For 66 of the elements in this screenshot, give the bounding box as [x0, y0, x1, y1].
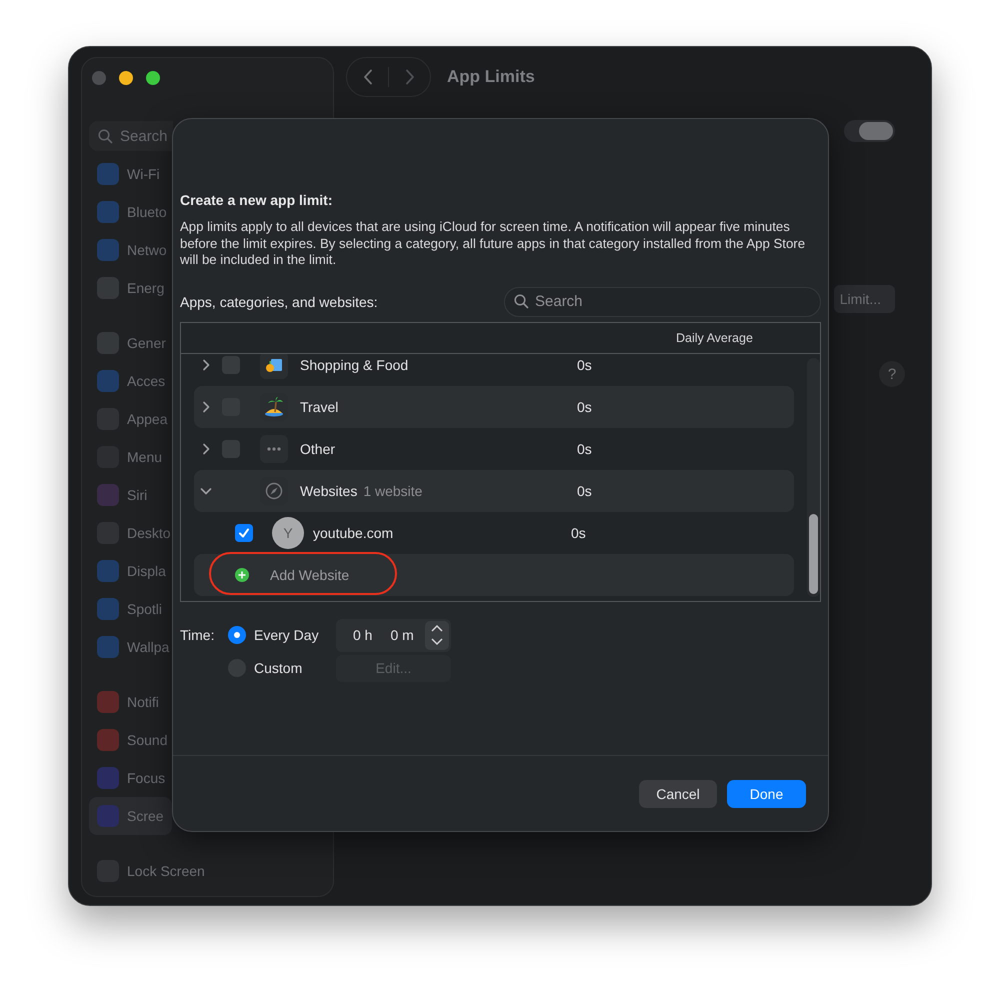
sidebar-item[interactable]: Netwo [89, 231, 175, 269]
checkmark-icon [238, 526, 250, 538]
shopping-icon [260, 354, 288, 378]
scrollbar[interactable] [807, 358, 820, 596]
time-value: 0s [577, 482, 592, 498]
sidebar-item[interactable]: Lock Screen [89, 852, 213, 890]
toggle-switch[interactable] [844, 120, 895, 142]
radio-label: Custom [254, 660, 302, 676]
sidebar-item[interactable]: Appea [89, 400, 176, 438]
checkbox[interactable] [235, 524, 253, 542]
sidebar-item[interactable]: Siri [89, 476, 165, 514]
sidebar-item[interactable]: Sound [89, 721, 176, 759]
chevron-left-icon [362, 69, 372, 85]
sidebar-item[interactable]: Blueto [89, 193, 175, 231]
add-icon [235, 568, 249, 582]
time-value: 0s [577, 398, 592, 414]
description-text: App limits apply to all devices that are using iCloud for screen time. A notification will appear five minutes before the limit expires. By selecting a category, all future apps in that category installed from the App Store will be included in the limit. [180, 219, 806, 268]
help-button[interactable]: ? [879, 361, 905, 387]
sidebar-item[interactable]: Focus [89, 759, 174, 797]
radio-label: Every Day [254, 627, 319, 643]
chevron-right-icon [404, 69, 414, 85]
sidebar-item[interactable]: Wallpa [89, 628, 178, 666]
window-title: App Limits [447, 67, 535, 87]
time-value: 0s [577, 440, 592, 456]
search-icon [98, 128, 113, 144]
done-button[interactable]: Done [727, 780, 806, 808]
field-label: Time: [180, 626, 216, 645]
time-value: 0s [571, 524, 586, 540]
sidebar-item[interactable]: Displa [89, 552, 174, 590]
sidebar-item[interactable]: Notifi [89, 683, 167, 721]
website-name: youtube.com [313, 524, 394, 540]
category-name: Other [300, 440, 336, 456]
more-icon [260, 434, 288, 462]
search-field[interactable]: Search [504, 286, 821, 316]
sidebar-item[interactable]: Gener [89, 324, 174, 362]
radio-button[interactable] [228, 626, 246, 644]
limit-button[interactable]: Limit... [834, 285, 895, 313]
list-label: Apps, categories, and websites: [180, 294, 378, 310]
sidebar-item[interactable]: Spotli [89, 590, 170, 628]
add-website-button[interactable]: Add Website [194, 554, 794, 596]
sidebar-item[interactable]: Wi-Fi [89, 155, 168, 193]
minutes-value[interactable]: 0 m [390, 627, 414, 643]
minimize-button[interactable] [119, 71, 133, 85]
checkbox[interactable] [222, 356, 240, 374]
sidebar-item[interactable]: Energ [89, 269, 172, 307]
cancel-button[interactable]: Cancel [639, 780, 717, 808]
list-row[interactable]: Websites 1 website 0s [194, 470, 794, 512]
time-value: 0s [577, 356, 592, 372]
list-row[interactable]: Travel 0s [194, 386, 794, 428]
avatar: Y [272, 516, 304, 548]
category-name: Travel [300, 398, 338, 414]
search-field[interactable]: Search [89, 121, 173, 151]
category-name: Websites [300, 482, 358, 498]
search-icon [514, 294, 529, 309]
stepper-arrows[interactable] [425, 620, 449, 650]
sidebar-item[interactable]: Menu [89, 438, 170, 476]
category-name: Shopping & Food [300, 356, 408, 372]
sidebar-item[interactable]: Scree [89, 797, 172, 835]
hours-value[interactable]: 0 h [353, 627, 372, 643]
item-count: 1 website [363, 482, 422, 498]
dialog-title: Create a new app limit: [180, 192, 334, 209]
sidebar-item[interactable]: Deskto [89, 514, 179, 552]
zoom-button[interactable] [146, 71, 160, 85]
time-field[interactable]: 0 h 0 m [336, 618, 451, 652]
column-header[interactable]: Daily Average [676, 330, 753, 344]
sidebar-item[interactable]: Acces [89, 362, 174, 400]
